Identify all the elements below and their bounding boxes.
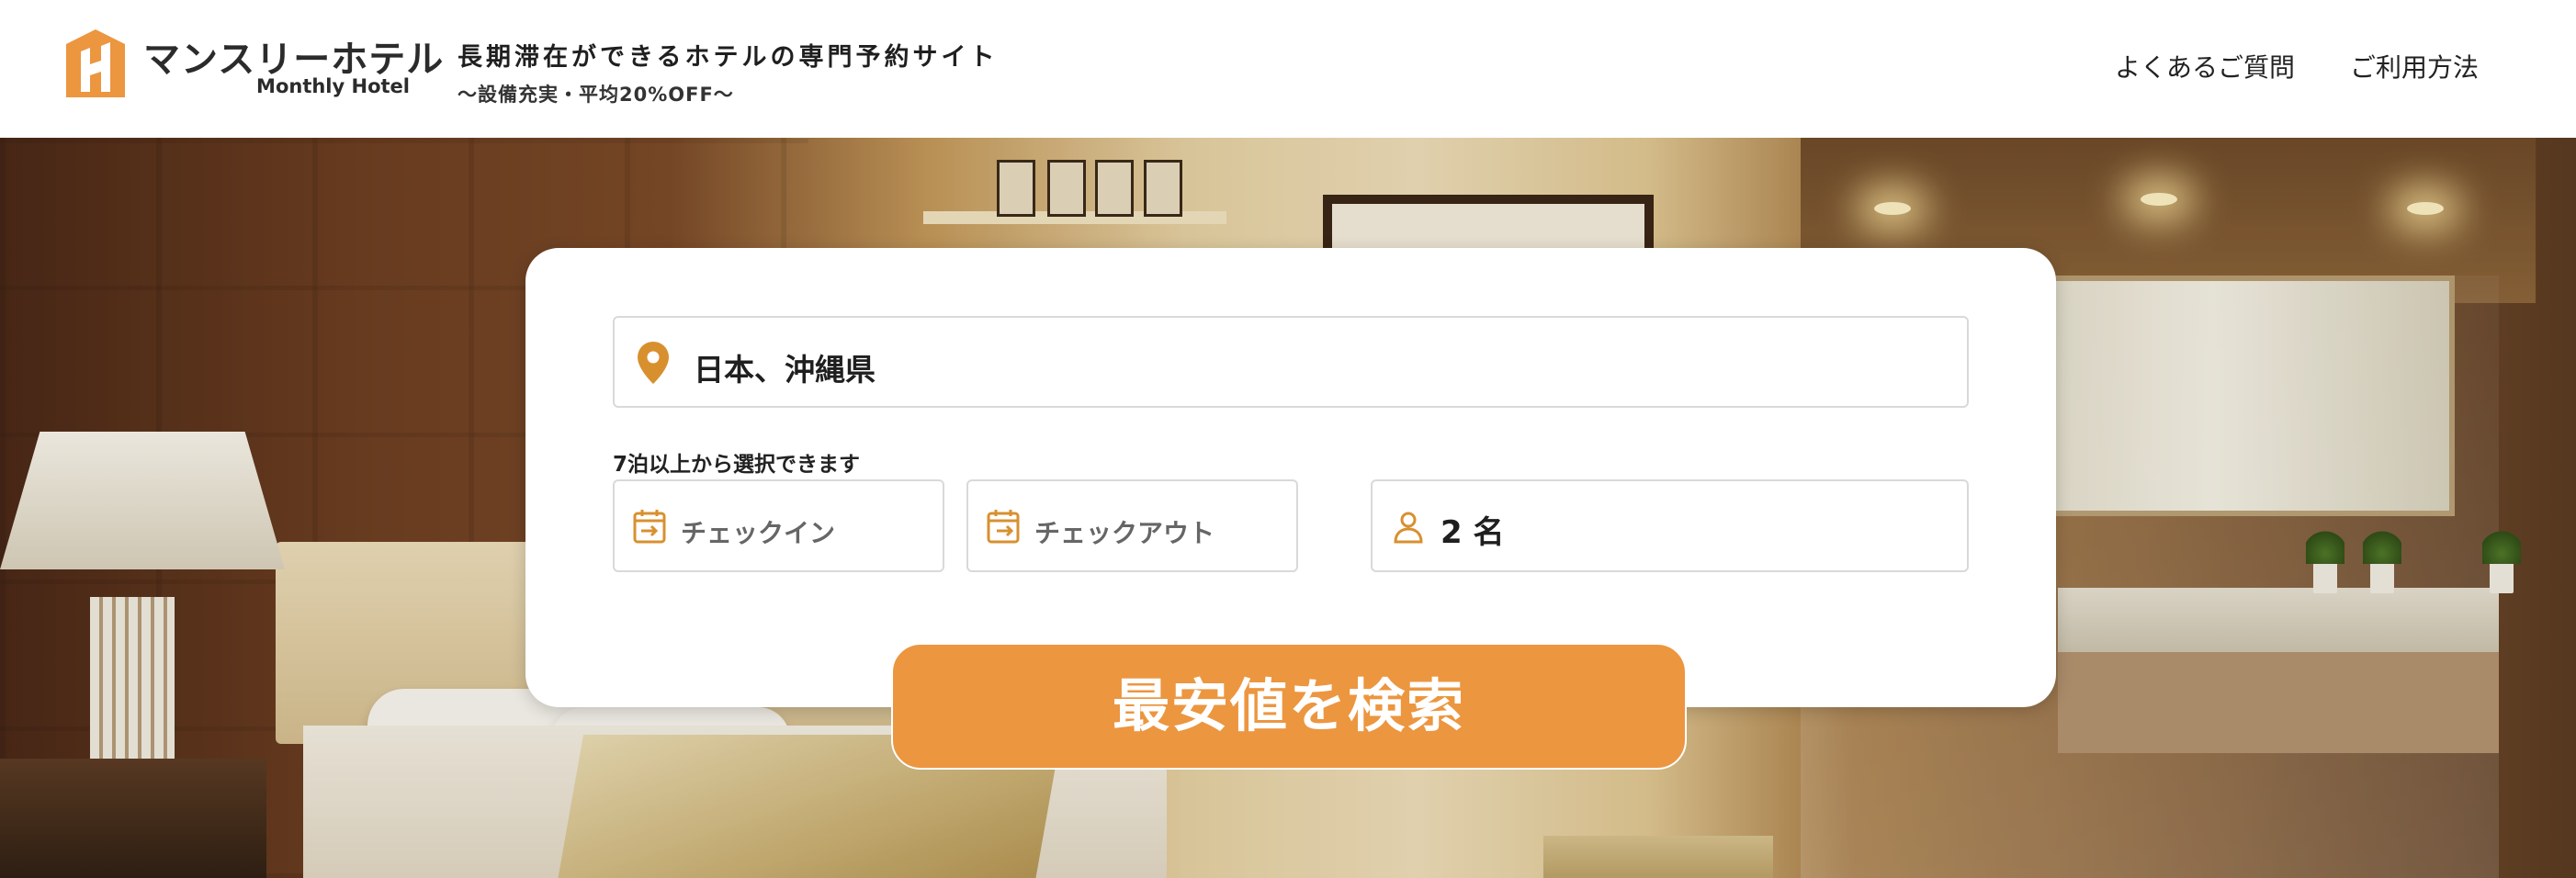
checkin-date-field[interactable]: チェックイン [613,479,944,572]
guests-selector[interactable]: 2 名 [1371,479,1969,572]
nav-link-how-to-use[interactable]: ご利用方法 [2350,48,2479,84]
tagline-sub: 〜設備充実・平均20%OFF〜 [458,84,734,106]
checkout-placeholder: チェックアウト [1034,518,1215,548]
map-pin-icon [638,342,669,384]
person-icon [1394,512,1423,544]
nav-link-faq[interactable]: よくあるご質問 [2115,48,2295,84]
site-logo[interactable]: マンスリーホテル Monthly Hotel [61,28,443,105]
hotel-h-logo-icon [66,29,125,97]
date-hint: 7泊以上から選択できます [613,453,861,477]
search-card: 日本、沖縄県 7泊以上から選択できます チェックイン チェックアウト 2 名 [525,248,2056,707]
header-tagline: 長期滞在ができるホテルの専門予約サイト 〜設備充実・平均20%OFF〜 [458,37,998,107]
logo-name-en: Monthly Hotel [256,75,410,97]
checkout-date-field[interactable]: チェックアウト [966,479,1298,572]
location-input[interactable]: 日本、沖縄県 [613,316,1969,408]
tagline-main: 長期滞在ができるホテルの専門予約サイト [458,43,999,72]
calendar-checkout-icon [987,510,1020,544]
site-header: マンスリーホテル Monthly Hotel 長期滞在ができるホテルの専門予約サ… [0,0,2576,138]
guests-value: 2 名 [1441,514,1505,551]
calendar-checkin-icon [633,510,666,544]
location-value: 日本、沖縄県 [694,352,876,388]
search-lowest-price-button[interactable]: 最安値を検索 [891,643,1687,770]
checkin-placeholder: チェックイン [681,518,836,548]
header-nav: よくあるご質問 ご利用方法 [2115,48,2479,84]
